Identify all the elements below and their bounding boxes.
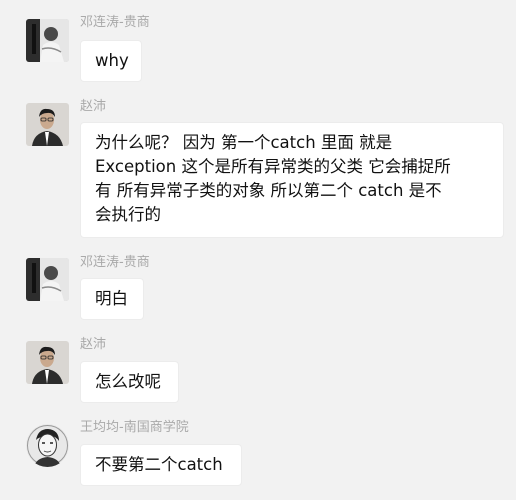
message-bubble[interactable]: why	[80, 40, 142, 82]
avatar-photo-bw-icon	[26, 258, 69, 301]
sender-name: 赵沛	[80, 337, 107, 352]
message-bubble[interactable]: 不要第二个catch	[80, 444, 242, 486]
avatar-photo-bw-icon	[26, 19, 69, 62]
message-bubble[interactable]: 明白	[80, 278, 144, 320]
sender-name: 邓连涛-贵商	[80, 255, 150, 270]
avatar[interactable]	[26, 424, 69, 467]
avatar-sketch-portrait-icon	[26, 424, 69, 467]
avatar-photo-portrait-icon	[26, 341, 69, 384]
avatar-photo-portrait-icon	[26, 103, 69, 146]
sender-name: 邓连涛-贵商	[80, 15, 150, 30]
message-bubble[interactable]: 怎么改呢	[80, 361, 179, 403]
sender-name: 王均均-南国商学院	[80, 420, 189, 435]
avatar[interactable]	[26, 258, 69, 301]
avatar[interactable]	[26, 341, 69, 384]
chat-window: 邓连涛-贵商 why 赵沛 为什么呢？ 因为 第一个catch 里面 就是 Ex…	[0, 0, 516, 500]
message-bubble[interactable]: 为什么呢？ 因为 第一个catch 里面 就是 Exception 这个是所有异…	[80, 122, 504, 238]
sender-name: 赵沛	[80, 99, 107, 114]
avatar[interactable]	[26, 19, 69, 62]
avatar[interactable]	[26, 103, 69, 146]
